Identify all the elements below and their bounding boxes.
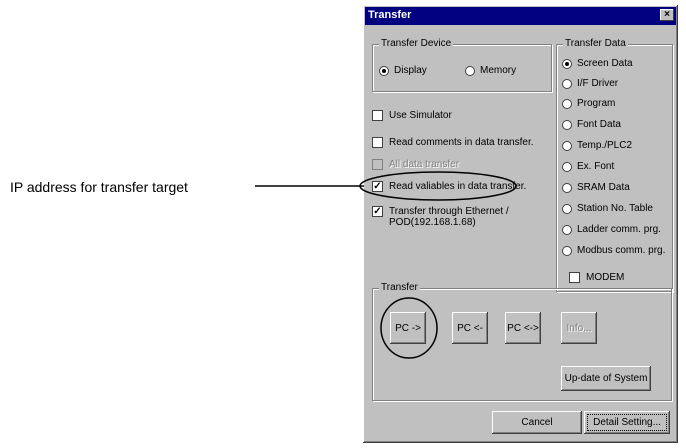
close-icon: × bbox=[664, 9, 670, 20]
checkbox-use-simulator[interactable]: Use Simulator bbox=[372, 110, 452, 121]
checkbox-box bbox=[569, 272, 580, 283]
transfer-legend: Transfer bbox=[379, 282, 420, 293]
transfer-device-legend: Transfer Device bbox=[379, 38, 454, 49]
checkbox-all-data-transfer-label: All data transfer bbox=[389, 159, 460, 170]
ethernet-label-line1: Transfer through Ethernet / bbox=[389, 206, 509, 217]
radio-label: Screen Data bbox=[577, 58, 633, 69]
radio-button bbox=[562, 224, 572, 235]
checkbox-read-comments[interactable]: Read comments in data transfer. bbox=[372, 137, 534, 148]
pc-to-button[interactable]: PC -> bbox=[390, 312, 426, 344]
radio-display-label: Display bbox=[394, 65, 427, 76]
pc-from-button[interactable]: PC <- bbox=[452, 312, 488, 344]
ethernet-label-line2: POD(192.168.1.68) bbox=[389, 217, 476, 228]
radio-font-data[interactable]: Font Data bbox=[562, 119, 621, 130]
radio-display[interactable]: Display bbox=[379, 65, 427, 76]
checkbox-modem-label: MODEM bbox=[586, 272, 625, 283]
radio-label: SRAM Data bbox=[577, 182, 630, 193]
radio-label: Program bbox=[577, 98, 616, 109]
detail-setting-button[interactable]: Detail Setting... bbox=[584, 411, 670, 434]
radio-program[interactable]: Program bbox=[562, 98, 615, 109]
transfer-group: Transfer PC -> PC <- PC <-> Info... Up-d… bbox=[372, 282, 672, 401]
checkbox-read-variables-label: Read valiables in data transfer. bbox=[389, 181, 527, 192]
checkbox-read-variables[interactable]: ✓ Read valiables in data transfer. bbox=[372, 181, 526, 192]
update-system-button[interactable]: Up-date of System bbox=[561, 366, 651, 391]
radio-button bbox=[562, 161, 572, 172]
checkbox-box-disabled bbox=[372, 159, 383, 170]
checkbox-read-comments-label: Read comments in data transfer. bbox=[389, 137, 534, 148]
cancel-button[interactable]: Cancel bbox=[492, 411, 582, 434]
checkbox-use-simulator-label: Use Simulator bbox=[389, 110, 452, 121]
checkbox-box bbox=[372, 137, 383, 148]
check-mark-icon: ✓ bbox=[372, 181, 383, 192]
checkbox-ethernet-transfer[interactable]: ✓ Transfer through Ethernet / POD(192.16… bbox=[372, 206, 509, 228]
title-bar: Transfer × bbox=[365, 7, 676, 25]
check-mark-icon: ✓ bbox=[372, 206, 383, 217]
transfer-data-legend: Transfer Data bbox=[563, 38, 628, 49]
radio-label: Modbus comm. prg. bbox=[577, 245, 666, 256]
radio-label: Font Data bbox=[577, 119, 621, 130]
checkbox-ethernet-label: Transfer through Ethernet / POD(192.168.… bbox=[389, 206, 509, 228]
radio-button-selected bbox=[562, 58, 572, 69]
callout-label: IP address for transfer target bbox=[10, 179, 188, 195]
radio-modbus-comm[interactable]: Modbus comm. prg. bbox=[562, 245, 665, 256]
radio-button bbox=[562, 119, 572, 130]
dialog-title: Transfer bbox=[368, 9, 412, 21]
radio-button bbox=[562, 203, 572, 214]
radio-ladder-comm[interactable]: Ladder comm. prg. bbox=[562, 224, 661, 235]
transfer-data-group: Transfer Data Screen Data I/F Driver Pro… bbox=[556, 38, 673, 292]
radio-button bbox=[562, 182, 572, 193]
radio-temp-plc2[interactable]: Temp./PLC2 bbox=[562, 140, 632, 151]
radio-button bbox=[562, 140, 572, 151]
radio-label: I/F Driver bbox=[577, 78, 619, 89]
radio-memory-label: Memory bbox=[480, 65, 517, 76]
transfer-dialog: Transfer × Transfer Device Display Memor… bbox=[363, 5, 678, 443]
radio-ex-font[interactable]: Ex. Font bbox=[562, 161, 614, 172]
radio-screen-data[interactable]: Screen Data bbox=[562, 58, 633, 69]
radio-label: Ex. Font bbox=[577, 161, 615, 172]
radio-button bbox=[562, 78, 572, 89]
pc-both-button[interactable]: PC <-> bbox=[505, 312, 541, 344]
checkbox-box bbox=[372, 110, 383, 121]
radio-if-driver[interactable]: I/F Driver bbox=[562, 78, 618, 89]
radio-label: Ladder comm. prg. bbox=[577, 224, 661, 235]
checkbox-all-data-transfer: All data transfer bbox=[372, 159, 459, 170]
radio-button bbox=[562, 245, 572, 256]
radio-button-selected bbox=[379, 65, 389, 76]
radio-label: Temp./PLC2 bbox=[577, 140, 633, 151]
transfer-device-group: Transfer Device Display Memory bbox=[372, 38, 552, 92]
radio-button bbox=[562, 98, 572, 109]
radio-sram-data[interactable]: SRAM Data bbox=[562, 182, 630, 193]
checkbox-modem[interactable]: MODEM bbox=[569, 272, 624, 283]
radio-button bbox=[465, 65, 475, 76]
radio-memory[interactable]: Memory bbox=[465, 65, 516, 76]
info-button: Info... bbox=[561, 312, 597, 344]
close-button[interactable]: × bbox=[660, 9, 674, 21]
radio-station-table[interactable]: Station No. Table bbox=[562, 203, 653, 214]
radio-label: Station No. Table bbox=[577, 203, 653, 214]
